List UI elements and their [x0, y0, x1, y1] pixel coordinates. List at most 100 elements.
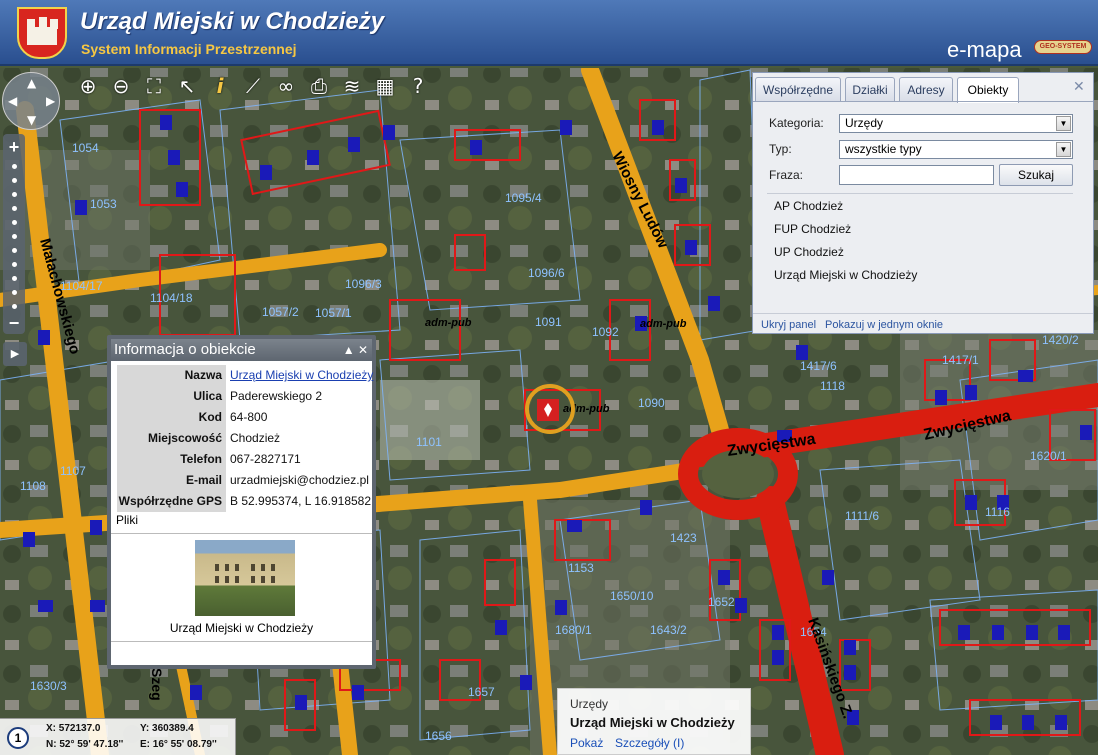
- pan-up-icon[interactable]: ▲: [27, 76, 36, 90]
- parcel-number-label: 1096/6: [528, 266, 565, 280]
- side-panel-toggle[interactable]: ▶: [3, 342, 27, 366]
- pan-control: ▲ ▼ ◀ ▶: [2, 72, 60, 130]
- pan-down-icon[interactable]: ▼: [27, 113, 36, 127]
- zoom-minus-button[interactable]: −: [3, 314, 25, 332]
- pan-left-icon[interactable]: ◀: [8, 94, 17, 108]
- parcel-number-label: 1417/6: [800, 359, 837, 373]
- layers-icon[interactable]: ≋: [338, 72, 366, 100]
- parcel-number-label: 1107: [60, 464, 86, 478]
- parcel-number-label: 1620/1: [1030, 449, 1067, 463]
- parcel-number-label: 1096/3: [345, 277, 382, 291]
- app-title: Urząd Miejski w Chodzieży: [80, 8, 385, 35]
- selection-name: Urząd Miejski w Chodzieży: [570, 715, 735, 730]
- typ-value: wszystkie typy: [845, 142, 922, 156]
- kategoria-select[interactable]: Urzędy ▼: [839, 114, 1073, 133]
- info-name-link[interactable]: Urząd Miejski w Chodzieży: [230, 365, 373, 386]
- city-crest-logo: [17, 7, 67, 59]
- search-panel: Współrzędne Działki Adresy Obiekty ✕ Kat…: [752, 72, 1094, 334]
- zoom-out-icon[interactable]: ⊖: [107, 72, 135, 100]
- coord-x: X: 572137.0: [46, 723, 101, 734]
- print-icon[interactable]: ⎙: [305, 72, 333, 100]
- info-row: Kod 64-800: [117, 407, 371, 428]
- typ-select[interactable]: wszystkie typy ▼: [839, 140, 1073, 159]
- single-window-link[interactable]: Pokazuj w jednym oknie: [825, 319, 943, 331]
- street-label: Szeg: [149, 668, 165, 701]
- show-link[interactable]: Pokaż: [570, 736, 603, 750]
- fraza-label: Fraza:: [769, 168, 804, 182]
- parcel-number-label: 1652: [708, 595, 735, 609]
- building-photo[interactable]: [195, 540, 295, 616]
- parcel-number-label: 1680/1: [555, 623, 592, 637]
- info-key: Miejscowość: [117, 428, 226, 449]
- info-key: E-mail: [117, 470, 226, 491]
- selection-category: Urzędy: [570, 697, 609, 711]
- info-window-controls[interactable]: ▲ ✕: [343, 339, 368, 361]
- parcel-number-label: 1630/3: [30, 679, 67, 693]
- parcel-number-label: 1053: [90, 197, 117, 211]
- result-item[interactable]: FUP Chodzież: [774, 222, 851, 236]
- coord-e: E: 16° 55' 08.79'': [140, 739, 217, 750]
- emapa-brand: e-mapa: [947, 37, 1022, 62]
- tab-adresy[interactable]: Adresy: [899, 77, 953, 101]
- info-row: Telefon 067-2827171: [117, 449, 371, 470]
- info-key: Nazwa: [117, 365, 226, 386]
- scale-number-badge[interactable]: 1: [7, 727, 29, 749]
- parcel-number-label: 1104/18: [150, 291, 193, 305]
- info-value: B 52.995374, L 16.918582: [230, 494, 372, 508]
- zoom-extent-icon[interactable]: ⛶: [140, 72, 168, 100]
- search-button[interactable]: Szukaj: [999, 164, 1073, 186]
- zoom-slider[interactable]: + −: [3, 134, 25, 334]
- panel-close-icon[interactable]: ✕: [1073, 78, 1085, 95]
- result-item[interactable]: UP Chodzież: [774, 245, 844, 259]
- files-label: Pliki: [116, 513, 139, 527]
- info-key: Kod: [117, 407, 226, 428]
- zoom-plus-button[interactable]: +: [3, 138, 25, 156]
- header-banner: Urząd Miejski w Chodzieży System Informa…: [0, 0, 1098, 66]
- geosystem-logo: GEO-SYSTEM: [1034, 40, 1092, 54]
- parcel-number-label: 1111/6: [845, 509, 879, 523]
- parcel-number-label: 1108: [20, 479, 46, 493]
- zoom-in-icon[interactable]: ⊕: [74, 72, 102, 100]
- info-row: E-mail urzadmiejski@chodziez.pl: [117, 470, 371, 491]
- typ-label: Typ:: [769, 142, 792, 156]
- hide-panel-link[interactable]: Ukryj panel: [761, 319, 816, 331]
- result-item[interactable]: AP Chodzież: [774, 199, 843, 213]
- info-key: Współrzędne GPS: [117, 491, 226, 512]
- parcel-number-label: 1420/2: [1042, 333, 1079, 347]
- info-window-title: Informacja o obiekcie: [114, 341, 256, 358]
- landuse-label: adm-pub: [640, 318, 687, 330]
- details-link[interactable]: Szczegóły (I): [615, 736, 684, 750]
- link-icon[interactable]: ∞: [272, 72, 300, 100]
- app-window: Urząd Miejski w Chodzieży System Informa…: [0, 0, 1098, 755]
- photo-caption: Urząd Miejski w Chodzieży: [169, 621, 314, 635]
- parcel-number-label: 1091: [535, 315, 562, 329]
- parcel-number-label: 1116: [985, 505, 1010, 519]
- pointer-icon[interactable]: ↖: [173, 72, 201, 100]
- info-value: 64-800: [230, 410, 268, 424]
- kategoria-label: Kategoria:: [769, 116, 824, 130]
- landuse-label: adm-pub: [563, 403, 610, 415]
- tab-obiekty[interactable]: Obiekty: [957, 77, 1019, 103]
- info-row: Nazwa Urząd Miejski w Chodzieży: [117, 365, 373, 386]
- info-value: urzadmiejski@chodziez.pl: [230, 473, 369, 487]
- measure-icon[interactable]: ⟋: [239, 72, 267, 100]
- parcel-number-label: 1118: [820, 379, 845, 393]
- coord-n: N: 52° 59' 47.18'': [46, 739, 124, 750]
- info-icon[interactable]: i: [206, 72, 234, 100]
- help-icon[interactable]: ?: [404, 72, 432, 100]
- pan-right-icon[interactable]: ▶: [46, 94, 55, 108]
- selection-popup: Urzędy Urząd Miejski w Chodzieży Pokaż S…: [557, 688, 751, 755]
- layout-icon[interactable]: ▦: [371, 72, 399, 100]
- result-item[interactable]: Urząd Miejski w Chodzieży: [774, 268, 917, 282]
- chevron-down-icon: ▼: [1056, 142, 1071, 157]
- info-row: Ulica Paderewskiego 2: [117, 386, 371, 407]
- info-row: Miejscowość Chodzież: [117, 428, 371, 449]
- tab-wspolrzedne[interactable]: Współrzędne: [755, 77, 841, 101]
- tab-dzialki[interactable]: Działki: [845, 77, 895, 101]
- parcel-number-label: 1656: [425, 729, 452, 743]
- coordinate-readout: 1 X: 572137.0 Y: 360389.4 N: 52° 59' 47.…: [0, 718, 236, 755]
- parcel-number-label: 1090: [638, 396, 665, 410]
- fraza-input[interactable]: [839, 165, 994, 185]
- info-value: Chodzież: [230, 431, 281, 445]
- info-value: 067-2827171: [230, 452, 301, 466]
